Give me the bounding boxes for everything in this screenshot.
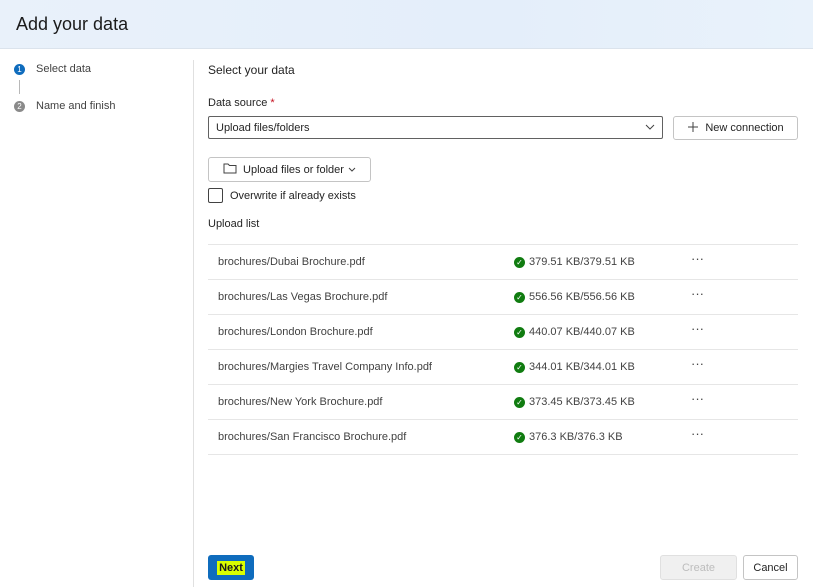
file-name: brochures/Margies Travel Company Info.pd… (218, 361, 432, 373)
file-name: brochures/Las Vegas Brochure.pdf (218, 291, 388, 303)
folder-icon (223, 162, 237, 177)
plus-icon (687, 121, 699, 136)
panel-divider (193, 60, 194, 587)
check-circle-icon: ✓ (514, 431, 525, 443)
upload-size: 376.3 KB/376.3 KB (529, 431, 623, 443)
data-source-label: Data source * (208, 97, 275, 109)
upload-list-title: Upload list (208, 218, 260, 230)
step-select-data[interactable]: 1 Select data (14, 63, 91, 75)
upload-status: ✓ 373.45 KB/373.45 KB (514, 396, 635, 408)
data-source-value: Upload files/folders (216, 122, 310, 134)
check-circle-icon: ✓ (514, 396, 525, 408)
chevron-down-icon (644, 119, 656, 138)
cancel-button-label: Cancel (753, 561, 788, 574)
upload-list-row: brochures/Dubai Brochure.pdf ✓ 379.51 KB… (208, 245, 798, 280)
required-marker: * (270, 97, 275, 109)
check-circle-icon: ✓ (514, 256, 525, 268)
file-name: brochures/San Francisco Brochure.pdf (218, 431, 407, 443)
upload-list: brochures/Dubai Brochure.pdf ✓ 379.51 KB… (208, 244, 798, 455)
check-circle-icon: ✓ (514, 291, 525, 303)
step-connector (19, 80, 20, 94)
overwrite-checkbox[interactable] (208, 188, 223, 203)
check-circle-icon: ✓ (514, 361, 525, 373)
upload-status: ✓ 379.51 KB/379.51 KB (514, 256, 635, 268)
new-connection-label: New connection (705, 122, 784, 134)
next-button-label: Next (217, 560, 245, 575)
data-source-dropdown[interactable]: Upload files/folders (208, 116, 663, 139)
upload-files-or-folder-button[interactable]: Upload files or folder (208, 157, 371, 182)
upload-list-row: brochures/New York Brochure.pdf ✓ 373.45… (208, 385, 798, 420)
upload-status: ✓ 376.3 KB/376.3 KB (514, 431, 623, 443)
dialog-header: Add your data (0, 0, 813, 49)
upload-size: 440.07 KB/440.07 KB (529, 326, 635, 338)
upload-list-row: brochures/Las Vegas Brochure.pdf ✓ 556.5… (208, 280, 798, 315)
step-number-badge: 2 (14, 100, 25, 112)
create-button[interactable]: Create (660, 555, 737, 580)
file-name: brochures/Dubai Brochure.pdf (218, 256, 365, 268)
upload-size: 556.56 KB/556.56 KB (529, 291, 635, 303)
create-button-label: Create (681, 561, 716, 574)
new-connection-button[interactable]: New connection (673, 116, 798, 140)
more-options-icon[interactable]: ··· (691, 286, 704, 301)
more-options-icon[interactable]: ··· (691, 356, 704, 371)
upload-status: ✓ 344.01 KB/344.01 KB (514, 361, 635, 373)
overwrite-label: Overwrite if already exists (230, 190, 356, 202)
upload-list-row: brochures/Margies Travel Company Info.pd… (208, 350, 798, 385)
chevron-down-icon (348, 164, 356, 176)
more-options-icon[interactable]: ··· (691, 321, 704, 336)
section-title: Select your data (208, 63, 295, 77)
wizard-steps (0, 48, 193, 587)
upload-size: 344.01 KB/344.01 KB (529, 361, 635, 373)
step-number-badge: 1 (14, 63, 25, 75)
file-name: brochures/New York Brochure.pdf (218, 396, 383, 408)
check-circle-icon: ✓ (514, 326, 525, 338)
upload-button-label: Upload files or folder (243, 163, 344, 176)
dialog-title: Add your data (16, 14, 129, 34)
upload-status: ✓ 440.07 KB/440.07 KB (514, 326, 635, 338)
step-label: Select data (36, 63, 92, 75)
more-options-icon[interactable]: ··· (691, 391, 704, 406)
step-name-and-finish[interactable]: 2 Name and finish (14, 100, 116, 112)
upload-list-row: brochures/London Brochure.pdf ✓ 440.07 K… (208, 315, 798, 350)
upload-size: 373.45 KB/373.45 KB (529, 396, 635, 408)
step-label: Name and finish (36, 100, 116, 112)
more-options-icon[interactable]: ··· (691, 426, 704, 441)
upload-status: ✓ 556.56 KB/556.56 KB (514, 291, 635, 303)
cancel-button[interactable]: Cancel (743, 555, 798, 580)
file-name: brochures/London Brochure.pdf (218, 326, 373, 338)
next-button[interactable]: Next (208, 555, 254, 580)
upload-size: 379.51 KB/379.51 KB (529, 256, 635, 268)
more-options-icon[interactable]: ··· (691, 251, 704, 266)
upload-list-row: brochures/San Francisco Brochure.pdf ✓ 3… (208, 420, 798, 455)
